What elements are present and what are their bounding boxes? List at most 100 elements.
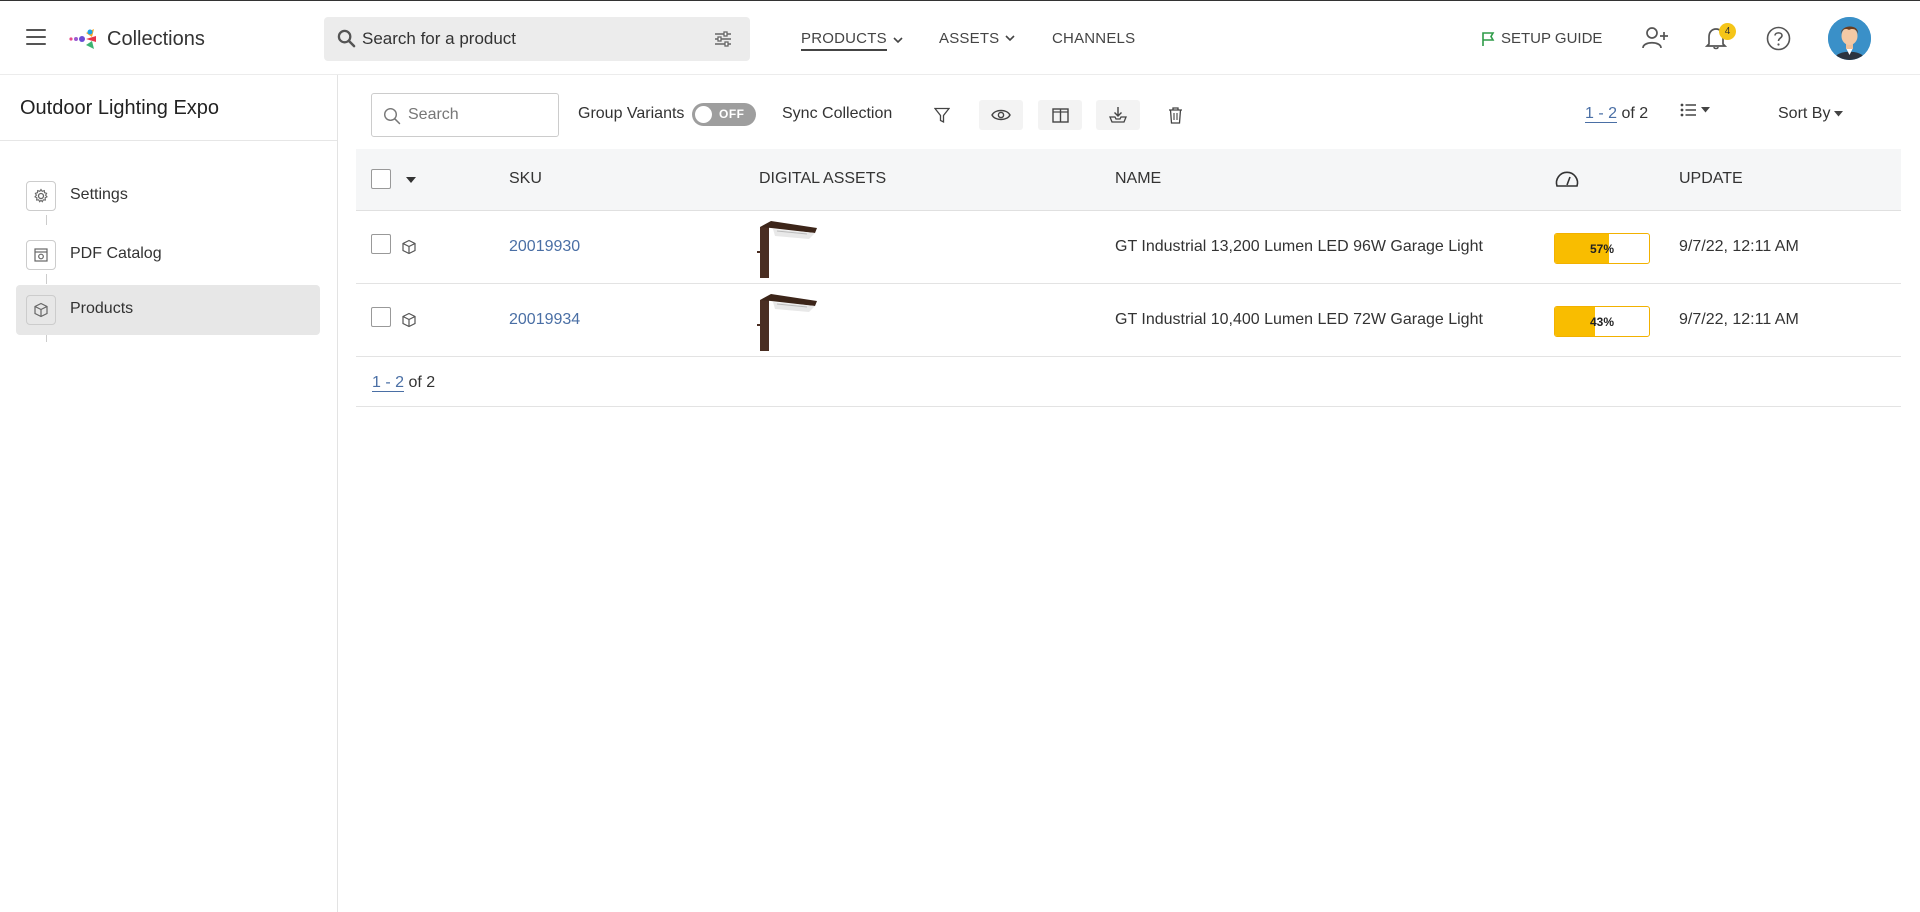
cube-icon xyxy=(402,312,416,328)
group-variants-toggle[interactable]: OFF xyxy=(692,103,756,126)
sidebar-connector xyxy=(46,215,47,225)
sku-link[interactable]: 20019934 xyxy=(509,311,580,329)
product-name: GT Industrial 10,400 Lumen LED 72W Garag… xyxy=(1115,311,1483,328)
chevron-down-icon xyxy=(1005,35,1015,42)
sidebar-icon-box xyxy=(26,181,56,211)
setup-guide-link[interactable]: SETUP GUIDE xyxy=(1481,30,1602,47)
global-search-input[interactable] xyxy=(362,17,692,61)
catalog-icon xyxy=(34,248,48,262)
filter-icon xyxy=(934,107,950,123)
select-menu-caret-icon[interactable] xyxy=(406,177,416,184)
caret-down-icon xyxy=(1701,107,1710,113)
list-view-icon xyxy=(1680,103,1696,117)
delete-button[interactable] xyxy=(1153,100,1197,130)
preview-button[interactable] xyxy=(979,100,1023,130)
cube-icon xyxy=(402,239,416,255)
table-row[interactable]: 20019930 GT Industrial 13,200 Lumen LED … xyxy=(356,211,1901,284)
sidebar-item-settings[interactable]: Settings xyxy=(16,171,320,221)
sidebar-item-label: Products xyxy=(70,300,134,317)
pager-total: of 2 xyxy=(1621,105,1649,122)
nav-products-label: PRODUCTS xyxy=(801,30,887,51)
nav-channels-label: CHANNELS xyxy=(1052,30,1136,47)
sort-by-label: Sort By xyxy=(1778,105,1831,122)
sidebar-item-label: Settings xyxy=(70,186,128,203)
collection-title: Outdoor Lighting Expo xyxy=(20,97,220,119)
product-search-input[interactable] xyxy=(408,94,548,136)
sidebar-connector xyxy=(46,335,47,342)
updated-at: 9/7/22, 12:11 AM xyxy=(1679,311,1799,328)
product-search[interactable] xyxy=(371,93,559,137)
nav-channels[interactable]: CHANNELS xyxy=(1052,30,1135,47)
user-avatar[interactable] xyxy=(1828,17,1871,60)
nav-products[interactable]: PRODUCTS xyxy=(801,30,903,51)
nav-assets-label: ASSETS xyxy=(939,30,1000,47)
column-digital-assets[interactable]: DIGITAL ASSETS xyxy=(759,170,886,188)
trash-icon xyxy=(1168,107,1182,124)
app-title: Collections xyxy=(107,28,205,50)
view-mode-dropdown[interactable] xyxy=(1680,103,1710,117)
select-all-checkbox[interactable] xyxy=(371,169,391,189)
completeness-score: 57% xyxy=(1554,233,1650,264)
product-thumbnail[interactable] xyxy=(757,292,821,352)
setup-guide-label: SETUP GUIDE xyxy=(1501,30,1603,47)
menu-icon[interactable] xyxy=(26,29,46,45)
add-user-icon[interactable] xyxy=(1641,26,1669,50)
row-checkbox[interactable] xyxy=(371,234,391,254)
nav-assets[interactable]: ASSETS xyxy=(939,30,1015,47)
products-table: SKU DIGITAL ASSETS NAME UPDATE 20019930 … xyxy=(356,149,1901,407)
column-name[interactable]: NAME xyxy=(1115,170,1161,188)
score-percent: 43% xyxy=(1589,315,1615,329)
help-icon[interactable] xyxy=(1766,26,1791,51)
sidebar: Outdoor Lighting Expo Settings PDF Catal… xyxy=(0,75,338,912)
gear-icon xyxy=(34,188,48,203)
flag-icon xyxy=(1482,31,1495,46)
bottom-pager-text: 1 - 2 of 2 xyxy=(372,374,435,392)
sidebar-divider xyxy=(0,140,337,141)
sidebar-connector xyxy=(46,274,47,284)
sidebar-item-pdf-catalog[interactable]: PDF Catalog xyxy=(16,230,320,280)
columns-button[interactable] xyxy=(1038,100,1082,130)
filter-settings-icon[interactable] xyxy=(714,31,732,47)
pager-range[interactable]: 1 - 2 xyxy=(1585,105,1618,123)
gauge-icon[interactable] xyxy=(1554,169,1580,189)
download-icon xyxy=(1109,107,1127,123)
filter-button[interactable] xyxy=(920,100,964,130)
table-row[interactable]: 20019934 GT Industrial 10,400 Lumen LED … xyxy=(356,284,1901,357)
sidebar-item-products[interactable]: Products xyxy=(16,285,320,335)
product-name: GT Industrial 13,200 Lumen LED 96W Garag… xyxy=(1115,238,1483,255)
export-button[interactable] xyxy=(1096,100,1140,130)
avatar-icon xyxy=(1828,17,1871,60)
pager-range[interactable]: 1 - 2 xyxy=(372,374,405,392)
chevron-down-icon xyxy=(893,37,903,44)
eye-icon xyxy=(991,109,1011,121)
notifications-button[interactable]: 4 xyxy=(1704,23,1736,55)
top-pager: 1 - 2 of 2 xyxy=(1585,105,1648,123)
sort-by-dropdown[interactable]: Sort By xyxy=(1778,105,1844,123)
column-sku[interactable]: SKU xyxy=(509,170,542,188)
app-logo-icon xyxy=(69,29,96,49)
search-icon xyxy=(337,29,356,48)
columns-icon xyxy=(1051,107,1069,123)
sku-link[interactable]: 20019930 xyxy=(509,238,580,256)
group-variants-label: Group Variants xyxy=(578,105,685,122)
sidebar-icon-box xyxy=(26,295,56,325)
updated-at: 9/7/22, 12:11 AM xyxy=(1679,238,1799,255)
toggle-knob xyxy=(695,106,712,123)
table-header: SKU DIGITAL ASSETS NAME UPDATE xyxy=(356,149,1901,211)
row-checkbox[interactable] xyxy=(371,307,391,327)
cube-icon xyxy=(34,302,48,318)
notification-badge: 4 xyxy=(1719,23,1736,40)
sidebar-item-label: PDF Catalog xyxy=(70,245,162,262)
sidebar-icon-box xyxy=(26,240,56,270)
product-thumbnail[interactable] xyxy=(757,219,821,279)
sync-collection-button[interactable]: Sync Collection xyxy=(782,105,892,123)
score-percent: 57% xyxy=(1589,242,1615,256)
toggle-state: OFF xyxy=(719,107,745,121)
pager-total: of 2 xyxy=(408,374,436,391)
column-update[interactable]: UPDATE xyxy=(1679,170,1743,188)
top-bar: Collections PRODUCTS ASSETS CHANNELS SET… xyxy=(0,0,1920,75)
global-search[interactable] xyxy=(324,17,750,61)
completeness-score: 43% xyxy=(1554,306,1650,337)
caret-down-icon xyxy=(1834,111,1844,117)
bottom-pager: 1 - 2 of 2 xyxy=(356,357,1901,407)
